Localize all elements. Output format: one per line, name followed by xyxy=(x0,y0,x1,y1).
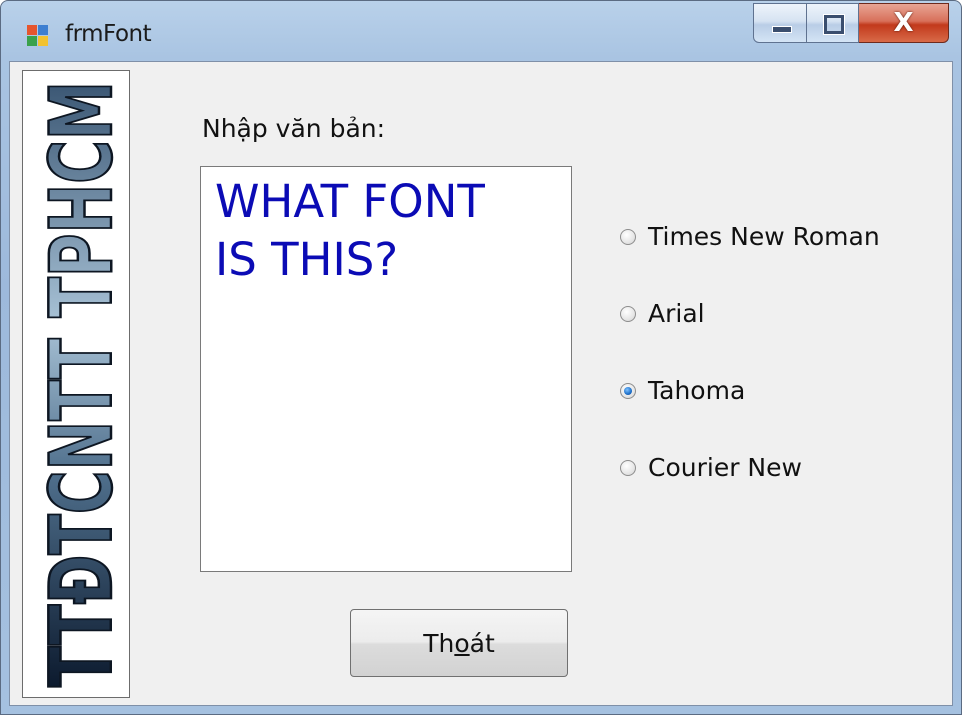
radio-button-icon[interactable] xyxy=(620,305,636,322)
maximize-icon xyxy=(824,15,844,34)
exit-button[interactable]: Thoát xyxy=(350,609,568,677)
radio-button-icon[interactable] xyxy=(620,382,636,399)
title-bar[interactable]: frmFont X xyxy=(1,1,961,63)
radio-arial[interactable]: Arial xyxy=(620,299,705,328)
radio-label[interactable]: Arial xyxy=(648,299,705,328)
radio-button-icon[interactable] xyxy=(620,459,636,476)
form-window: frmFont X TTĐTCNTT TPHCM Nhập văn bản: W… xyxy=(0,0,962,715)
minimize-icon xyxy=(772,26,792,33)
radio-label[interactable]: Times New Roman xyxy=(648,222,880,251)
radio-label[interactable]: Courier New xyxy=(648,453,802,482)
radio-times-new-roman[interactable]: Times New Roman xyxy=(620,222,880,251)
logo-image: TTĐTCNTT TPHCM xyxy=(22,70,130,698)
minimize-button[interactable] xyxy=(753,3,807,43)
radio-tahoma[interactable]: Tahoma xyxy=(620,376,745,405)
radio-courier-new[interactable]: Courier New xyxy=(620,453,802,482)
text-input[interactable]: WHAT FONT IS THIS? xyxy=(200,166,572,572)
window-controls: X xyxy=(753,3,949,43)
radio-label[interactable]: Tahoma xyxy=(648,376,745,405)
exit-button-label: Thoát xyxy=(423,628,495,658)
app-icon[interactable] xyxy=(27,25,49,47)
close-icon: X xyxy=(893,8,914,38)
close-button[interactable]: X xyxy=(859,3,949,43)
logo-text-graphic: TTĐTCNTT TPHCM xyxy=(31,80,129,689)
radio-button-icon[interactable] xyxy=(620,228,636,245)
maximize-button[interactable] xyxy=(807,3,859,43)
client-area: TTĐTCNTT TPHCM Nhập văn bản: WHAT FONT I… xyxy=(9,61,953,706)
input-prompt-label: Nhập văn bản: xyxy=(202,114,386,143)
window-title: frmFont xyxy=(65,21,152,47)
svg-text:TTĐTCNTT TPHCM: TTĐTCNTT TPHCM xyxy=(32,81,129,687)
